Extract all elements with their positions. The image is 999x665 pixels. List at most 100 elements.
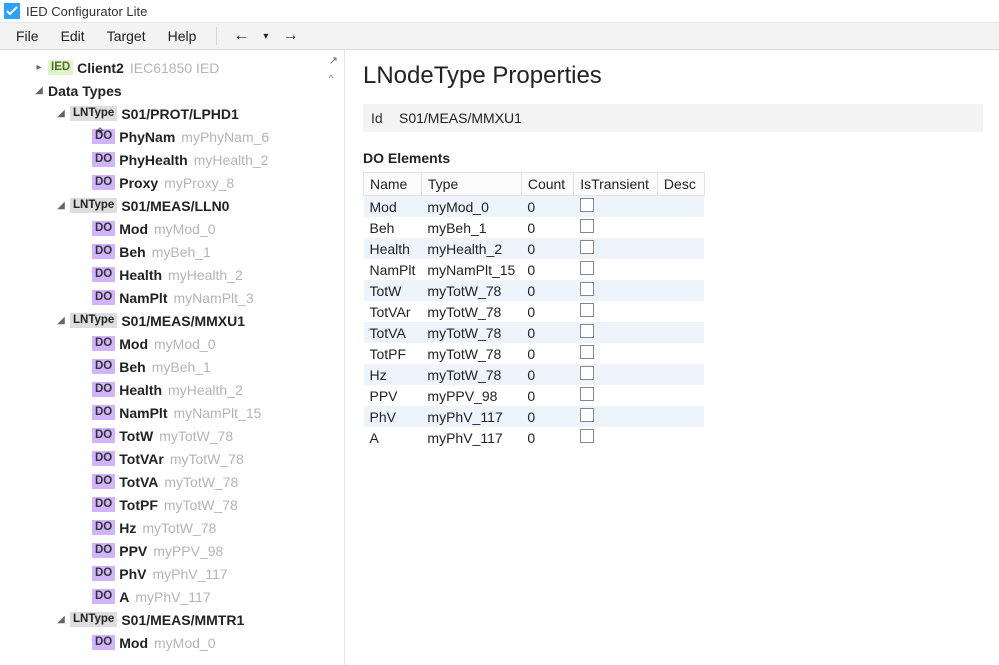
col-istransient[interactable]: IsTransient <box>574 173 658 196</box>
table-row[interactable]: TotWmyTotW_780 <box>364 280 705 301</box>
table-row[interactable]: ModmyMod_00 <box>364 196 705 218</box>
tree-item-do[interactable]: ▸DOHzmyTotW_78 <box>6 516 344 539</box>
tree-item-do[interactable]: ▸DOBehmyBeh_1 <box>6 240 344 263</box>
nav-history-dropdown[interactable]: ▾ <box>257 29 274 44</box>
tree-node-label: NamPlt <box>119 405 167 421</box>
badge-ied: IED <box>48 60 73 75</box>
tree-item-do[interactable]: ▸DOBehmyBeh_1 <box>6 355 344 378</box>
tree-caret-icon[interactable]: ◢ <box>54 315 68 326</box>
checkbox-icon[interactable] <box>580 429 594 443</box>
cell-istransient <box>574 196 658 218</box>
cell-name: TotW <box>364 280 422 301</box>
table-row[interactable]: TotVAmyTotW_780 <box>364 322 705 343</box>
id-row: Id S01/MEAS/MMXU1 <box>363 104 983 132</box>
tree-item-do[interactable]: ▸DOPPVmyPPV_98 <box>6 539 344 562</box>
cell-count: 0 <box>521 343 573 364</box>
tree-item-do[interactable]: ▸DOTotPFmyTotW_78 <box>6 493 344 516</box>
checkbox-icon[interactable] <box>580 282 594 296</box>
table-row[interactable]: NamPltmyNamPlt_150 <box>364 259 705 280</box>
menu-target[interactable]: Target <box>97 24 156 48</box>
cell-desc <box>657 280 704 301</box>
badge-do: DO <box>92 543 115 558</box>
cell-desc <box>657 196 704 218</box>
checkbox-icon[interactable] <box>580 198 594 212</box>
tree-item-lntype[interactable]: ◢LNTypeS01/MEAS/MMXU1 <box>6 309 344 332</box>
col-type[interactable]: Type <box>421 173 521 196</box>
tree-item-do[interactable]: ▸DOHealthmyHealth_2 <box>6 378 344 401</box>
tree-item-do[interactable]: ▸DOPhyHealthmyHealth_2 <box>6 148 344 171</box>
tree-node-label: S01/MEAS/MMTR1 <box>121 612 244 628</box>
cell-count: 0 <box>521 196 573 218</box>
tree-caret-icon[interactable]: ◢ <box>54 200 68 211</box>
tree-node-label: Beh <box>119 244 145 260</box>
table-row[interactable]: TotPFmyTotW_780 <box>364 343 705 364</box>
cell-count: 0 <box>521 364 573 385</box>
tree-item-data-types[interactable]: ◢Data Types <box>6 79 344 102</box>
tree-item-do[interactable]: ▸DONamPltmyNamPlt_3 <box>6 286 344 309</box>
cell-istransient <box>574 301 658 322</box>
checkbox-icon[interactable] <box>580 324 594 338</box>
col-count[interactable]: Count <box>521 173 573 196</box>
checkbox-icon[interactable] <box>580 408 594 422</box>
checkbox-icon[interactable] <box>580 261 594 275</box>
col-name[interactable]: Name <box>364 173 422 196</box>
tree-pane[interactable]: ↗ ^ ⌖ ▸IEDClient2IEC61850 IED◢Data Types… <box>0 50 345 665</box>
badge-do: DO <box>92 520 115 535</box>
cell-istransient <box>574 217 658 238</box>
tree-item-lntype[interactable]: ◢LNTypeS01/MEAS/MMTR1 <box>6 608 344 631</box>
tree-node-sublabel: IEC61850 IED <box>130 60 220 76</box>
cell-name: TotPF <box>364 343 422 364</box>
tree-caret-icon[interactable]: ◢ <box>54 614 68 625</box>
tree-item-do[interactable]: ▸DOPhVmyPhV_117 <box>6 562 344 585</box>
tree-node-sublabel: myPhV_117 <box>135 589 210 605</box>
tree-node-label: PhV <box>119 566 146 582</box>
cell-type: myTotW_78 <box>421 343 521 364</box>
col-desc[interactable]: Desc <box>657 173 704 196</box>
tree-item-do[interactable]: ▸DOModmyMod_0 <box>6 332 344 355</box>
table-row[interactable]: HzmyTotW_780 <box>364 364 705 385</box>
tree-item-do[interactable]: ▸DOHealthmyHealth_2 <box>6 263 344 286</box>
checkbox-icon[interactable] <box>580 303 594 317</box>
cell-type: myBeh_1 <box>421 217 521 238</box>
tree-item-do[interactable]: ▸DOAmyPhV_117 <box>6 585 344 608</box>
checkbox-icon[interactable] <box>580 366 594 380</box>
checkbox-icon[interactable] <box>580 345 594 359</box>
tree-caret-icon[interactable]: ▸ <box>32 62 46 73</box>
tree-caret-icon[interactable]: ◢ <box>32 85 46 96</box>
checkbox-icon[interactable] <box>580 240 594 254</box>
maximize-pane-icon[interactable]: ↗ <box>329 54 338 67</box>
nav-back-button[interactable]: ← <box>227 25 255 47</box>
checkbox-icon[interactable] <box>580 219 594 233</box>
menu-file[interactable]: File <box>6 24 49 48</box>
table-row[interactable]: PhVmyPhV_1170 <box>364 406 705 427</box>
table-row[interactable]: BehmyBeh_10 <box>364 217 705 238</box>
badge-do: DO <box>92 382 115 397</box>
tree-item-do[interactable]: ▸DOTotVArmyTotW_78 <box>6 447 344 470</box>
tree-item-do[interactable]: ▸DONamPltmyNamPlt_15 <box>6 401 344 424</box>
tree-item-do[interactable]: ▸DOProxymyProxy_8 <box>6 171 344 194</box>
table-row[interactable]: HealthmyHealth_20 <box>364 238 705 259</box>
menu-edit[interactable]: Edit <box>51 24 95 48</box>
tree-item-ied[interactable]: ▸IEDClient2IEC61850 IED <box>6 56 344 79</box>
tree-item-do[interactable]: ▸DOTotWmyTotW_78 <box>6 424 344 447</box>
menu-help[interactable]: Help <box>158 24 207 48</box>
tree-caret-icon[interactable]: ◢ <box>54 108 68 119</box>
tree-item-do[interactable]: ▸DOModmyMod_0 <box>6 631 344 654</box>
badge-do: DO <box>92 336 115 351</box>
tree-node-sublabel: myBeh_1 <box>152 244 211 260</box>
tree-item-lntype[interactable]: ◢LNTypeS01/MEAS/LLN0 <box>6 194 344 217</box>
tree-item-do[interactable]: ▸DOPhyNammyPhyNam_6 <box>6 125 344 148</box>
table-row[interactable]: TotVArmyTotW_780 <box>364 301 705 322</box>
table-row[interactable]: AmyPhV_1170 <box>364 427 705 448</box>
nav-forward-button[interactable]: → <box>276 25 304 47</box>
cell-desc <box>657 217 704 238</box>
checkbox-icon[interactable] <box>580 387 594 401</box>
tree-item-do[interactable]: ▸DOTotVAmyTotW_78 <box>6 470 344 493</box>
table-row[interactable]: PPVmyPPV_980 <box>364 385 705 406</box>
tree-item-lntype[interactable]: ◢LNTypeS01/PROT/LPHD1 <box>6 102 344 125</box>
collapse-pane-icon[interactable]: ^ <box>329 73 338 83</box>
app-title: IED Configurator Lite <box>26 4 147 19</box>
panel-title: LNodeType Properties <box>363 62 987 90</box>
tree-item-do[interactable]: ▸DOModmyMod_0 <box>6 217 344 240</box>
tree-node-label: Mod <box>119 635 148 651</box>
